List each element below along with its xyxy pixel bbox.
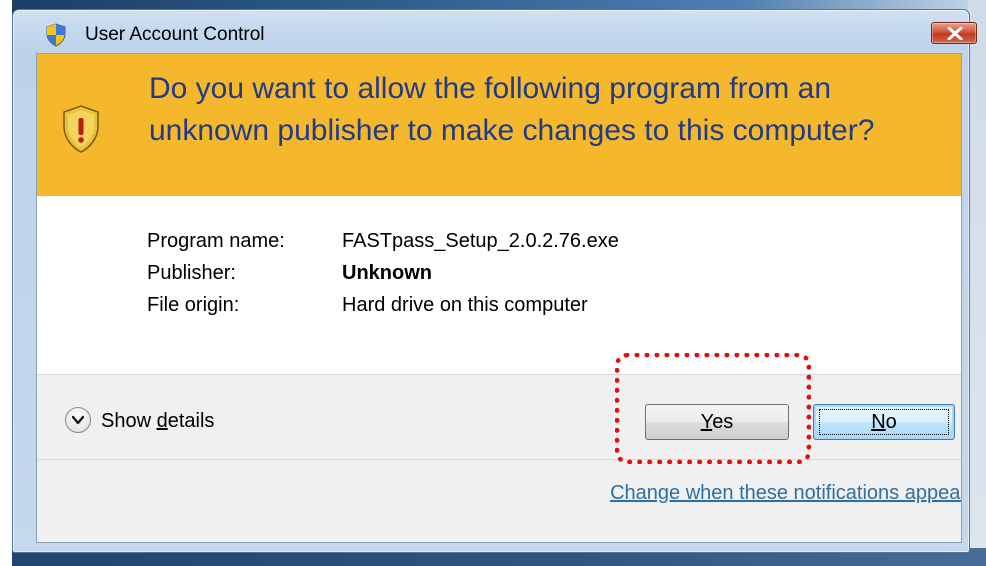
show-details-accel: d bbox=[156, 410, 168, 432]
no-button[interactable]: No bbox=[813, 404, 955, 440]
program-name-value: FASTpass_Setup_2.0.2.76.exe bbox=[342, 230, 619, 252]
program-details: Program name: FASTpass_Setup_2.0.2.76.ex… bbox=[37, 196, 961, 374]
window-title: User Account Control bbox=[85, 24, 265, 45]
close-button[interactable] bbox=[931, 22, 977, 44]
desktop-background-right bbox=[968, 0, 986, 566]
publisher-value: Unknown bbox=[342, 262, 432, 284]
dialog-footer: Change when these notifications appear bbox=[37, 460, 961, 542]
program-name-label: Program name: bbox=[147, 230, 285, 252]
warning-banner: Do you want to allow the following progr… bbox=[37, 54, 961, 196]
chevron-down-icon bbox=[72, 415, 84, 425]
yes-button[interactable]: Yes bbox=[645, 404, 789, 440]
focus-rectangle bbox=[819, 409, 949, 435]
dialog-client-area: Do you want to allow the following progr… bbox=[36, 53, 962, 543]
uac-dialog-window: User Account Control Do you want to allo… bbox=[12, 9, 977, 553]
close-icon bbox=[947, 27, 963, 40]
show-details-prefix: Show bbox=[101, 410, 157, 432]
title-bar[interactable]: User Account Control bbox=[13, 10, 977, 52]
file-origin-label: File origin: bbox=[147, 294, 240, 316]
yes-rest: es bbox=[712, 411, 734, 433]
warning-shield-icon bbox=[61, 104, 101, 154]
action-bar: Show details Yes No bbox=[37, 374, 961, 460]
file-origin-value: Hard drive on this computer bbox=[342, 294, 588, 316]
show-details-toggle[interactable] bbox=[65, 407, 91, 433]
publisher-label: Publisher: bbox=[147, 262, 236, 284]
uac-shield-icon bbox=[45, 23, 67, 47]
show-details-link[interactable]: Show details bbox=[101, 410, 214, 433]
dialog-heading: Do you want to allow the following progr… bbox=[149, 72, 875, 147]
yes-accel: Y bbox=[700, 411, 713, 433]
change-notifications-link[interactable]: Change when these notifications appear bbox=[610, 482, 961, 505]
show-details-suffix: etails bbox=[167, 410, 215, 432]
